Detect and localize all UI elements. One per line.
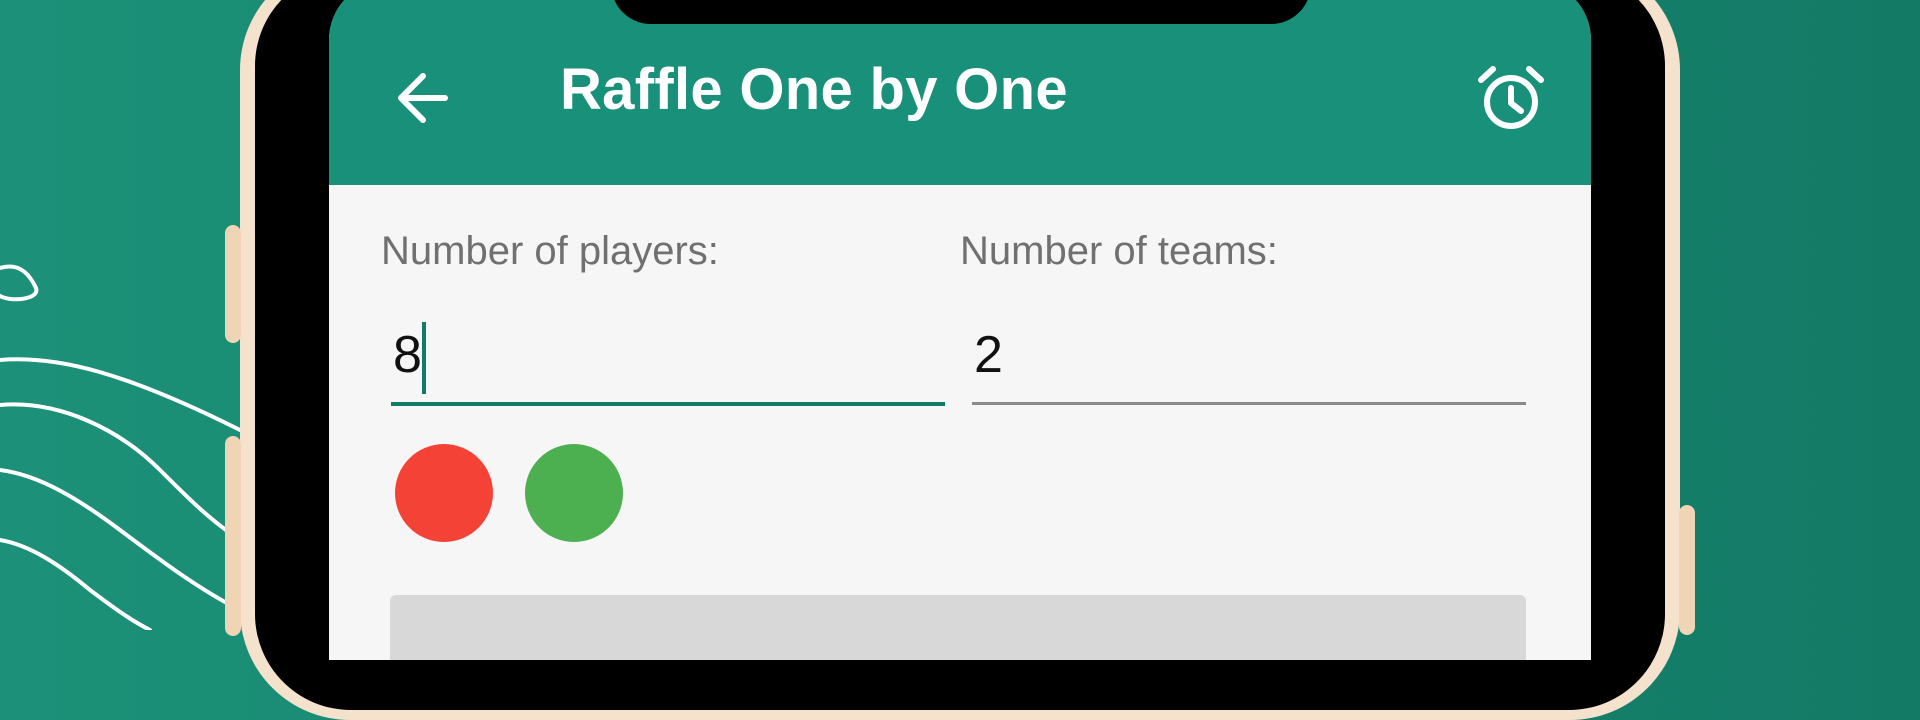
- teams-label: Number of teams:: [960, 229, 1278, 273]
- action-button[interactable]: [390, 595, 1526, 660]
- team-color-green[interactable]: [525, 444, 623, 542]
- teams-input-value: 2: [974, 326, 1003, 384]
- players-input-value: 8: [393, 326, 422, 384]
- back-button[interactable]: [389, 62, 461, 134]
- phone-side-button-top: [225, 225, 241, 343]
- phone-side-button-bottom: [225, 436, 241, 636]
- alarm-button[interactable]: [1475, 62, 1547, 134]
- app-bar: Raffle One by One: [329, 0, 1591, 185]
- arrow-left-icon: [398, 73, 448, 123]
- alarm-clock-icon: [1478, 66, 1544, 129]
- text-cursor: [422, 322, 426, 394]
- phone-power-button: [1679, 505, 1695, 635]
- teams-input[interactable]: 2: [972, 320, 1526, 405]
- players-label: Number of players:: [381, 229, 719, 273]
- players-input[interactable]: 8: [391, 320, 945, 406]
- page-title: Raffle One by One: [560, 57, 1068, 122]
- phone-screen: Raffle One by One Number of players: Num…: [329, 0, 1591, 660]
- team-color-red[interactable]: [395, 444, 493, 542]
- phone-notch: [611, 0, 1311, 24]
